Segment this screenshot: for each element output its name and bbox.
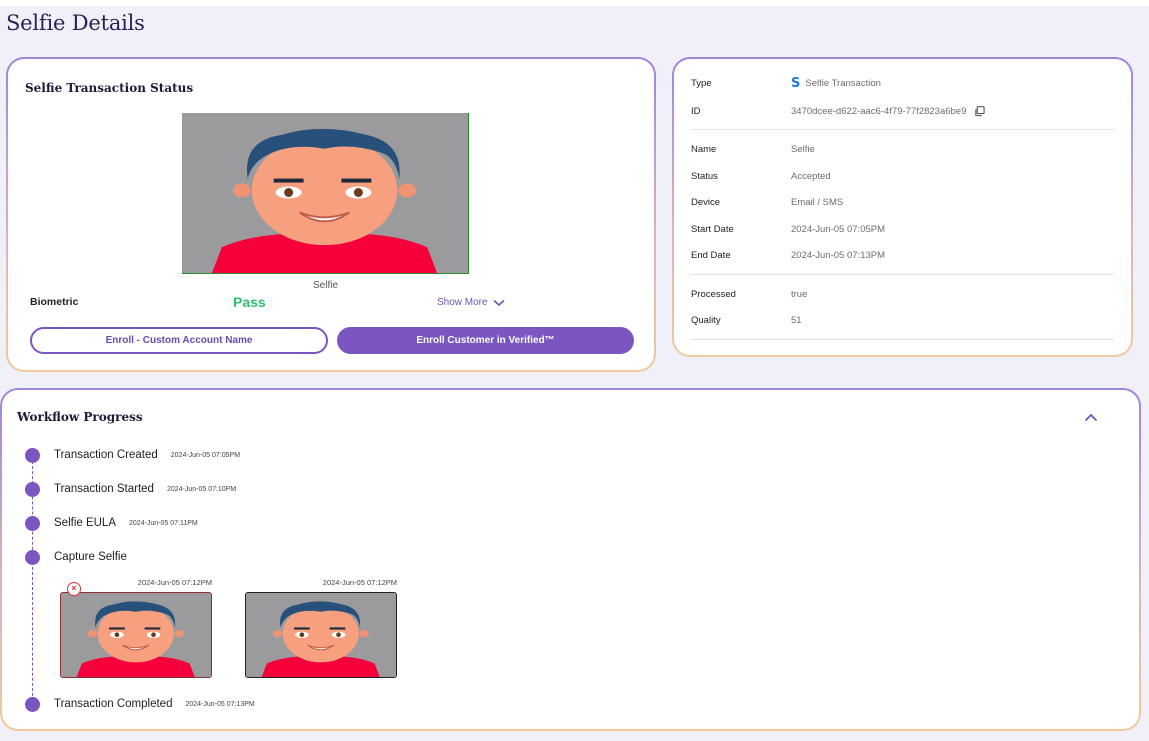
status-card-title: Selfie Transaction Status [25, 81, 194, 95]
step-time: 2024-Jun-05 07:11PM [129, 519, 198, 527]
info-label: Processed [691, 289, 736, 300]
selfie-status-card: Selfie Transaction Status Selfie Biometr… [6, 57, 656, 372]
divider [691, 129, 1114, 130]
workflow-progress-card: Workflow Progress Transaction Created 20… [0, 388, 1141, 731]
divider [691, 339, 1114, 340]
info-value: Selfie [791, 144, 815, 155]
step-dot [25, 696, 40, 712]
step-time: 2024-Jun-05 07:05PM [170, 451, 241, 459]
step-time: 2024-Jun-05 07:10PM [166, 485, 237, 493]
step-label: Capture Selfie [54, 551, 127, 563]
failed-x-icon: × [67, 582, 81, 596]
capture-image [60, 592, 212, 678]
capture-image [245, 592, 397, 678]
workflow-title: Workflow Progress [17, 410, 143, 424]
step-dot [25, 481, 40, 497]
copy-icon[interactable] [974, 106, 986, 117]
s-brand-icon: S [791, 75, 801, 91]
info-label: End Date [691, 250, 731, 261]
info-value: 2024-Jun-05 07:05PM [791, 223, 886, 235]
info-label: Quality [691, 315, 721, 326]
info-label: Device [691, 197, 721, 208]
info-label: Start Date [691, 223, 734, 235]
info-label: ID [691, 106, 701, 117]
id-value: 3470dcee-d622-aac6-4f79-77f2823a6be9 [791, 106, 967, 117]
info-label: Type [691, 78, 712, 89]
show-more-label: Show More [437, 297, 488, 308]
capture-time: 2024-Jun-05 07:12PM [137, 578, 212, 587]
step-label: Transaction Started [54, 483, 154, 495]
info-value: 3470dcee-d622-aac6-4f79-77f2823a6be9 [791, 106, 986, 117]
selfie-image [182, 113, 469, 274]
step-dot [25, 447, 40, 463]
enroll-custom-account-button[interactable]: Enroll - Custom Account Name [30, 327, 328, 354]
step-label: Transaction Created [54, 449, 158, 461]
chevron-down-icon [493, 299, 505, 306]
info-value: 51 [791, 315, 802, 326]
step-label: Selfie EULA [54, 517, 117, 529]
enroll-verified-button[interactable]: Enroll Customer in Verified™ [337, 327, 634, 354]
workflow-step: Selfie EULA 2024-Jun-05 07:11PM [25, 515, 198, 531]
step-label: Transaction Completed [54, 698, 173, 710]
workflow-step: Transaction Completed 2024-Jun-05 07:13P… [25, 696, 255, 712]
capture-thumbnail-failed[interactable]: 2024-Jun-05 07:12PM × [60, 578, 212, 680]
info-label: Name [691, 144, 717, 155]
step-time: 2024-Jun-05 07:13PM [185, 700, 255, 708]
info-label: Status [691, 170, 718, 182]
divider [691, 274, 1114, 275]
info-value: true [791, 289, 808, 300]
show-more-toggle[interactable]: Show More [437, 297, 505, 308]
info-value: Accepted [791, 170, 831, 182]
selfie-caption: Selfie [312, 280, 338, 291]
type-value: Selfie Transaction [805, 78, 881, 89]
capture-time: 2024-Jun-05 07:12PM [322, 578, 397, 587]
info-value: 2024-Jun-05 07:13PM [791, 250, 886, 261]
workflow-step: Transaction Created 2024-Jun-05 07:05PM [25, 447, 240, 463]
biometric-label: Biometric [30, 296, 79, 308]
step-dot [25, 549, 40, 565]
biometric-result: Pass [233, 294, 266, 310]
workflow-step: Capture Selfie [25, 549, 127, 565]
workflow-step: Transaction Started 2024-Jun-05 07:10PM [25, 481, 236, 497]
info-value: S Selfie Transaction [791, 75, 881, 91]
capture-thumbnail[interactable]: 2024-Jun-05 07:12PM [245, 578, 397, 680]
step-dot [25, 515, 40, 531]
info-value: Email / SMS [791, 197, 844, 208]
transaction-info-card: Type S Selfie Transaction ID 3470dcee-d6… [672, 57, 1133, 357]
page-title: Selfie Details [6, 11, 145, 35]
chevron-up-icon[interactable] [1084, 413, 1098, 422]
